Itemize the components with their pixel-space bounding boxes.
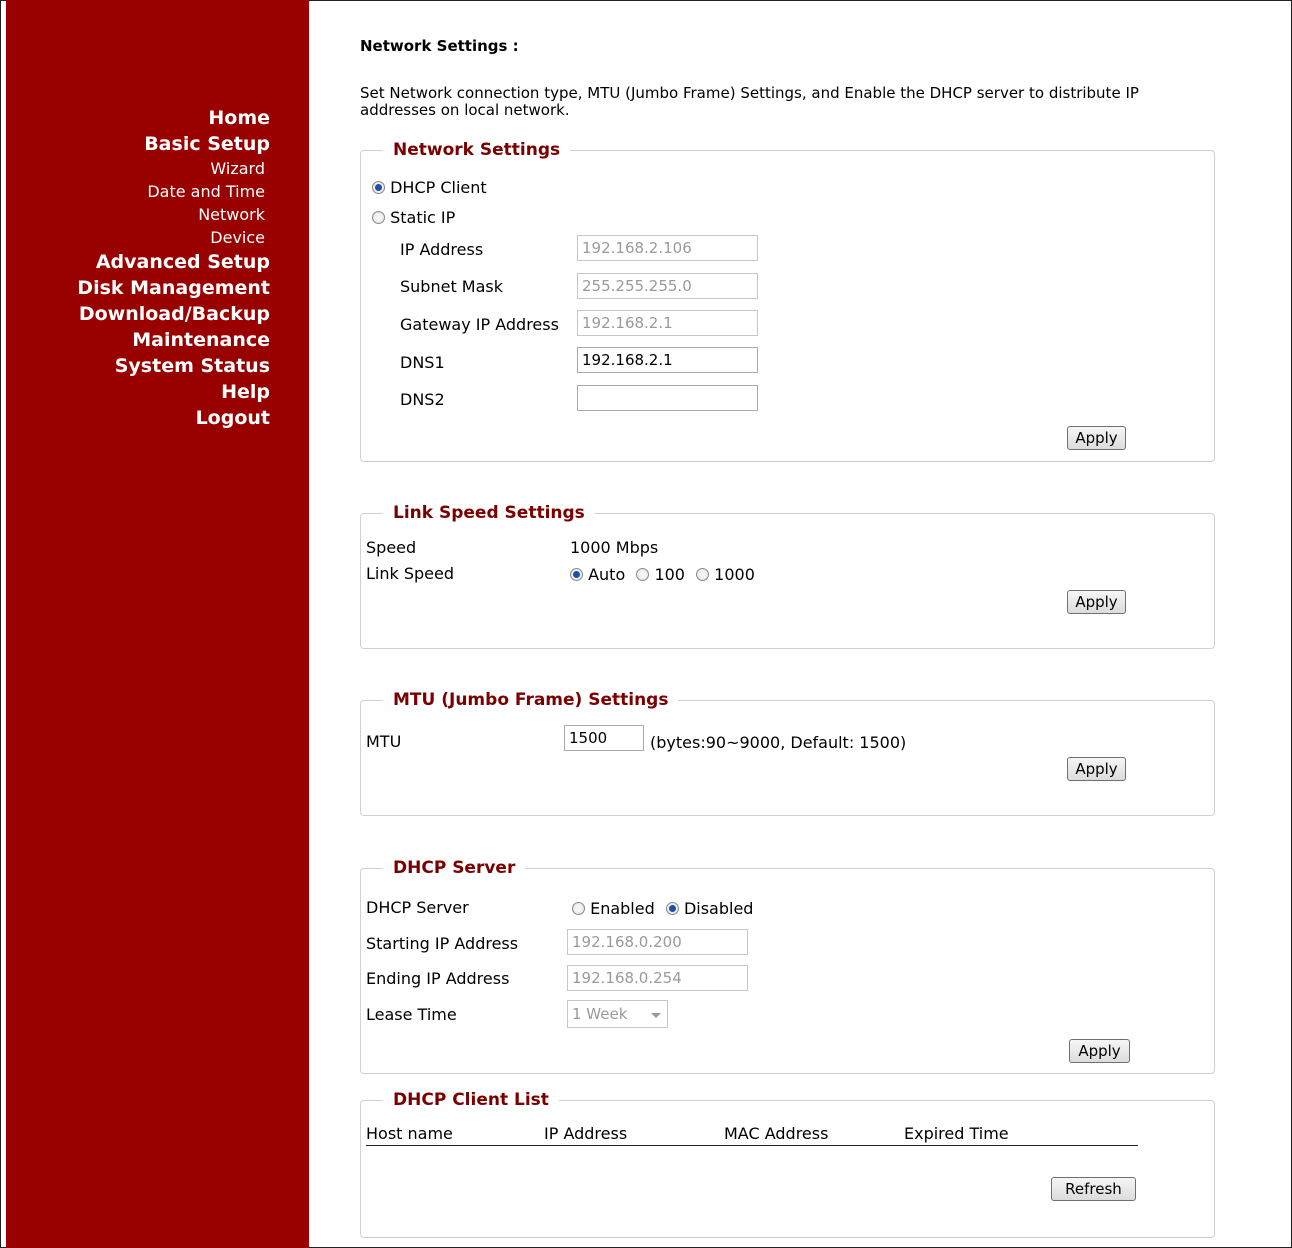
page-description: Set Network connection type, MTU (Jumbo … [360, 84, 1139, 119]
dhcp-client-list-legend: DHCP Client List [393, 1090, 549, 1110]
link-speed-auto-label: Auto [588, 565, 626, 584]
link-speed-legend: Link Speed Settings [393, 503, 585, 523]
speed-label: Speed [366, 538, 417, 557]
static-ip-label: Static IP [390, 208, 456, 227]
nav-maintenance[interactable]: Maintenance [10, 327, 270, 353]
col-ip-address: IP Address [544, 1124, 628, 1143]
sidebar: Home Basic Setup Wizard Date and Time Ne… [6, 0, 309, 1248]
ending-ip-label: Ending IP Address [366, 969, 510, 988]
link-speed-100-label: 100 [654, 565, 685, 584]
dhcp-client-label: DHCP Client [390, 178, 487, 197]
mtu-hint: (bytes:90~9000, Default: 1500) [650, 733, 907, 752]
col-mac-address: MAC Address [724, 1124, 829, 1143]
nav-basic-setup[interactable]: Basic Setup [10, 131, 270, 157]
mtu-input[interactable]: 1500 [564, 725, 644, 751]
lease-time-value: 1 Week [572, 1005, 628, 1023]
nav-network[interactable]: Network [10, 203, 270, 226]
nav-logout[interactable]: Logout [10, 405, 270, 431]
dhcp-enabled-label: Enabled [590, 899, 655, 918]
link-speed-1000-radio[interactable] [696, 568, 710, 581]
dns1-input[interactable]: 192.168.2.1 [577, 347, 758, 373]
dhcp-server-label: DHCP Server [366, 898, 469, 917]
gateway-label: Gateway IP Address [400, 315, 559, 334]
dhcp-server-options: Enabled Disabled [572, 899, 753, 918]
dhcp-client-option[interactable]: DHCP Client [372, 178, 487, 197]
subnet-mask-input[interactable]: 255.255.255.0 [577, 273, 758, 299]
static-ip-option[interactable]: Static IP [372, 208, 455, 227]
col-expired-time: Expired Time [904, 1124, 1009, 1143]
nav-download-backup[interactable]: Download/Backup [10, 301, 270, 327]
gateway-input[interactable]: 192.168.2.1 [577, 310, 758, 336]
dhcp-disabled-label: Disabled [683, 899, 754, 918]
link-speed-apply-button[interactable]: Apply [1067, 590, 1126, 614]
lease-time-label: Lease Time [366, 1005, 457, 1024]
dhcp-client-list-box: DHCP Client List [360, 1090, 1215, 1238]
speed-value: 1000 Mbps [570, 538, 659, 557]
dhcp-server-legend: DHCP Server [393, 858, 516, 878]
starting-ip-label: Starting IP Address [366, 934, 519, 953]
col-host-name: Host name [366, 1124, 453, 1143]
dhcp-server-apply-button[interactable]: Apply [1069, 1039, 1130, 1063]
subnet-mask-label: Subnet Mask [400, 277, 504, 296]
dns1-label: DNS1 [400, 353, 445, 372]
network-settings-box: Network Settings [360, 140, 1215, 462]
nav-device[interactable]: Device [10, 226, 270, 249]
link-speed-1000-label: 1000 [714, 565, 755, 584]
nav-system-status[interactable]: System Status [10, 353, 270, 379]
dhcp-disabled-radio[interactable] [665, 902, 679, 915]
page-title: Network Settings : [360, 37, 519, 55]
dhcp-client-radio[interactable] [372, 181, 385, 194]
nav-menu: Home Basic Setup Wizard Date and Time Ne… [10, 105, 270, 431]
ip-address-label: IP Address [400, 240, 484, 259]
link-speed-label: Link Speed [366, 564, 455, 583]
lease-time-select[interactable]: 1 Week [567, 1000, 668, 1028]
mtu-legend: MTU (Jumbo Frame) Settings [393, 690, 669, 710]
dhcp-enabled-radio[interactable] [572, 902, 585, 915]
link-speed-box: Link Speed Settings [360, 503, 1215, 649]
nav-advanced-setup[interactable]: Advanced Setup [10, 249, 270, 275]
dns2-label: DNS2 [400, 390, 445, 409]
link-speed-100-radio[interactable] [636, 568, 650, 581]
ending-ip-input[interactable]: 192.168.0.254 [567, 965, 748, 991]
nav-wizard[interactable]: Wizard [10, 157, 270, 180]
starting-ip-input[interactable]: 192.168.0.200 [567, 929, 748, 955]
mtu-box: MTU (Jumbo Frame) Settings [360, 690, 1215, 816]
nav-home[interactable]: Home [10, 105, 270, 131]
dns2-input[interactable] [577, 385, 758, 411]
link-speed-auto-radio[interactable] [570, 568, 583, 581]
ip-address-input[interactable]: 192.168.2.106 [577, 235, 758, 261]
mtu-apply-button[interactable]: Apply [1067, 757, 1126, 781]
mtu-label: MTU [366, 732, 402, 751]
nav-disk-management[interactable]: Disk Management [10, 275, 270, 301]
chevron-down-icon [651, 1013, 661, 1018]
nav-help[interactable]: Help [10, 379, 270, 405]
table-header-divider [366, 1145, 1138, 1146]
link-speed-options: Auto 100 1000 [570, 565, 755, 584]
network-settings-legend: Network Settings [393, 140, 561, 160]
nav-date-and-time[interactable]: Date and Time [10, 180, 270, 203]
refresh-button[interactable]: Refresh [1051, 1177, 1136, 1201]
static-ip-radio[interactable] [372, 211, 385, 224]
network-apply-button[interactable]: Apply [1067, 426, 1126, 450]
